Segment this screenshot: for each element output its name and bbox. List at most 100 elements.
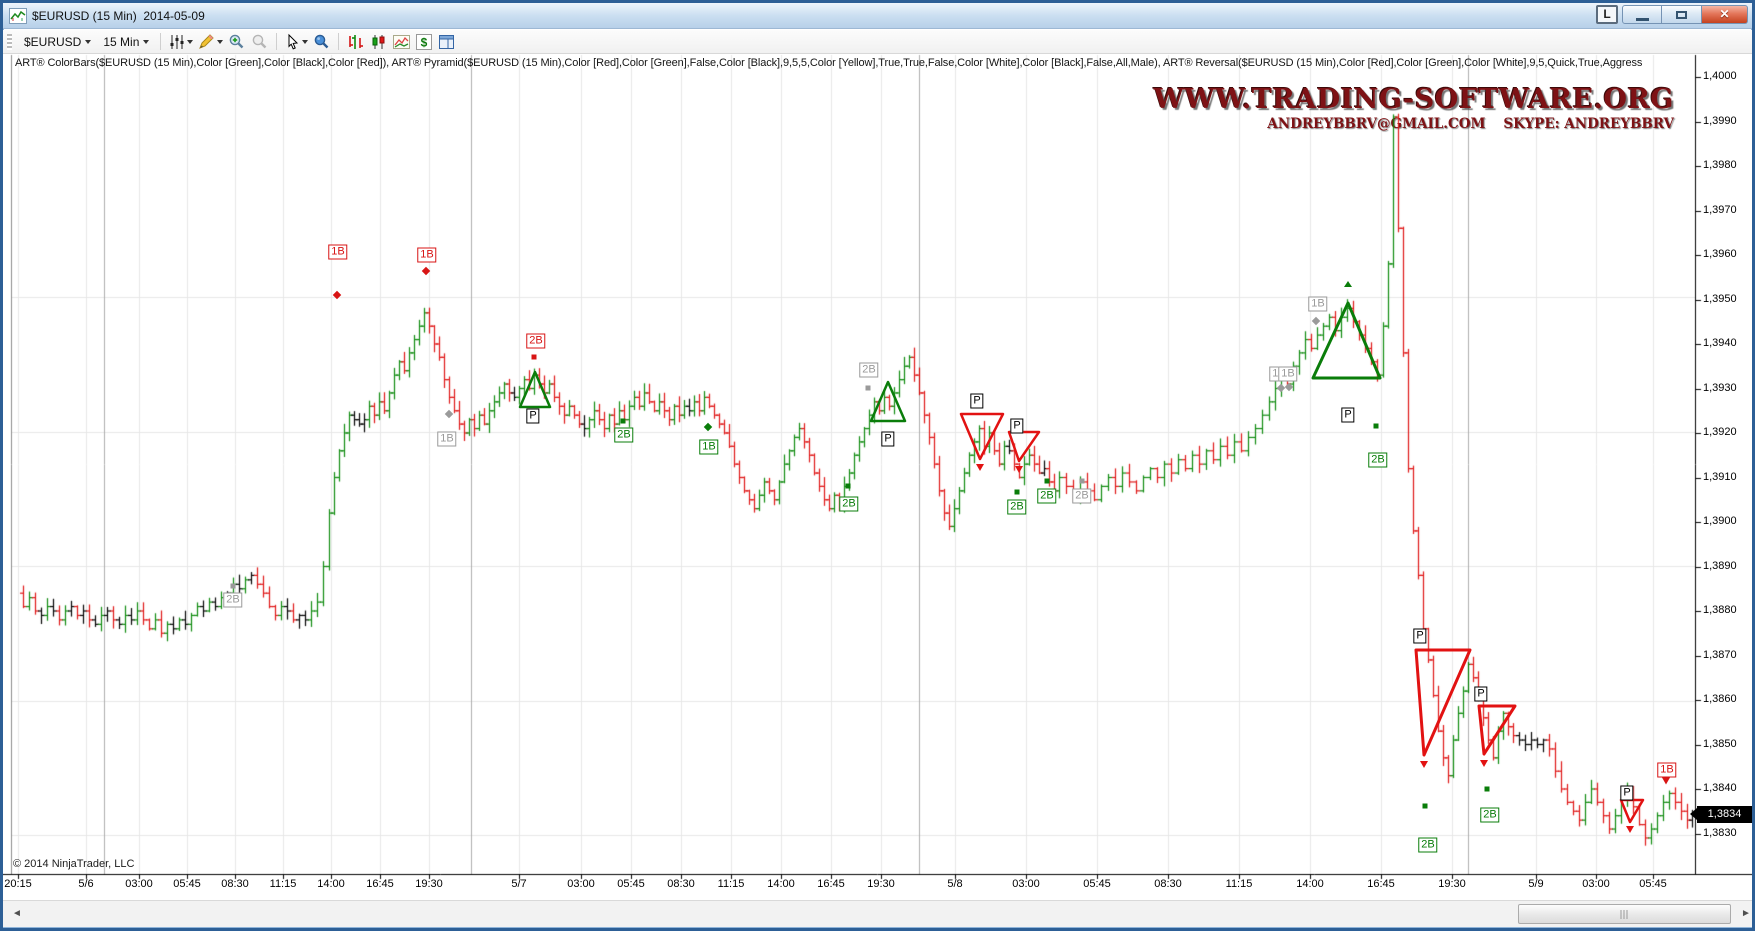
time-tick-label: 14:00	[767, 878, 795, 890]
chart-parameters-button[interactable]	[166, 32, 195, 52]
price-tick-label: 1,3960	[1703, 248, 1737, 260]
time-tick-label: 08:30	[667, 878, 695, 890]
pencil-icon	[197, 33, 216, 51]
line-chart-style-button[interactable]	[390, 32, 413, 52]
toolbar: $EURUSD 15 Min	[3, 30, 1752, 54]
pattern-triangle	[871, 382, 905, 421]
chevron-down-icon	[143, 40, 149, 44]
ninjatrader-chart-window: $EURUSD (15 Min) 2014-05-09 L ✕ $EURUSD …	[0, 0, 1755, 931]
scrollbar-grip-icon	[1620, 910, 1629, 919]
signal-box-1b: 1B	[1308, 297, 1327, 312]
signal-box-2b: 2B	[223, 593, 242, 608]
price-tick-label: 1,3930	[1703, 382, 1737, 394]
time-axis[interactable]: 20:15 5/6 03:00 05:45 08:30 11:15 14:00 16:45 19…	[3, 878, 1752, 896]
pattern-triangle	[520, 372, 550, 407]
minimize-button[interactable]	[1622, 5, 1662, 24]
toolbar-grip-handle[interactable]	[7, 34, 12, 50]
maximize-button[interactable]	[1662, 5, 1702, 24]
time-tick-label: 19:30	[1438, 878, 1466, 890]
pattern-triangle	[1313, 303, 1380, 378]
signal-box-1b: 1B	[1657, 763, 1676, 778]
link-button[interactable]: L	[1596, 5, 1618, 24]
color-bars-icon	[346, 33, 365, 51]
pattern-triangle	[1621, 800, 1643, 822]
pattern-triangle	[961, 414, 1003, 459]
account-data-button[interactable]: $	[413, 32, 435, 52]
signal-box-1b: 1B	[1278, 367, 1297, 382]
signal-box-p: P	[1010, 419, 1023, 434]
signal-box-p: P	[1620, 786, 1633, 801]
signal-marker-square	[1080, 479, 1085, 484]
instrument-selector[interactable]: $EURUSD	[18, 33, 97, 51]
signal-marker-square	[1374, 424, 1379, 429]
time-tick-label: 05:45	[173, 878, 201, 890]
time-tick-label: 03:00	[1012, 878, 1040, 890]
time-tick-label: 08:30	[221, 878, 249, 890]
price-tick-label: 1,3980	[1703, 159, 1737, 171]
price-tick-label: 1,3870	[1703, 649, 1737, 661]
time-tick-label: 16:45	[366, 878, 394, 890]
signal-box-2b: 2B	[1072, 489, 1091, 504]
signal-box-2b: 2B	[1418, 838, 1437, 853]
data-magnifier-icon	[312, 33, 331, 51]
signal-box-2b: 2B	[526, 334, 545, 349]
signal-box-2b: 2B	[839, 497, 858, 512]
price-tick-label: 1,3900	[1703, 515, 1737, 527]
scroll-right-icon[interactable]: ►	[1741, 908, 1751, 919]
close-button[interactable]: ✕	[1702, 5, 1748, 24]
signal-box-2b: 2B	[614, 428, 633, 443]
signal-marker-square	[621, 419, 626, 424]
signal-marker-arrow-down	[1662, 778, 1670, 785]
minimize-icon	[1636, 18, 1649, 21]
time-tick-label: 11:15	[718, 878, 745, 890]
time-tick-label: 08:30	[1154, 878, 1182, 890]
signal-box-p: P	[881, 432, 894, 447]
signal-marker-square	[1015, 490, 1020, 495]
candlestick-style-button[interactable]	[367, 32, 390, 52]
pattern-triangle	[1009, 432, 1039, 461]
time-tick-label: 20:15	[4, 878, 32, 890]
horizontal-scrollbar[interactable]: ◄ ►	[3, 900, 1752, 927]
zoom-in-button[interactable]	[225, 32, 248, 52]
price-tick-label: 1,3940	[1703, 337, 1737, 349]
indicator-parameters-text: ART® ColorBars($EURUSD (15 Min),Color [G…	[15, 57, 1740, 69]
candlestick-icon	[369, 33, 388, 51]
maximize-icon	[1676, 11, 1687, 19]
signal-marker-square	[1045, 479, 1050, 484]
time-tick-label: 5/6	[78, 878, 93, 890]
signal-box-2b: 2B	[859, 363, 878, 378]
interval-selector[interactable]: 15 Min	[97, 33, 155, 51]
signal-box-1b: 1B	[437, 432, 456, 447]
time-tick-label: 14:00	[1296, 878, 1324, 890]
signal-marker-square	[846, 484, 851, 489]
price-tick-label: 1,3950	[1703, 293, 1737, 305]
signal-marker-square	[231, 584, 236, 589]
price-tick-label: 1,3910	[1703, 471, 1737, 483]
pattern-triangle	[1479, 706, 1515, 754]
price-axis[interactable]: 1,40001,39901,39801,39701,39601,39501,39…	[1695, 54, 1752, 900]
chart-app-icon	[9, 8, 27, 24]
time-tick-label: 05:45	[1639, 878, 1667, 890]
zoom-out-button[interactable]	[248, 32, 271, 52]
drawing-tools-button[interactable]	[195, 32, 225, 52]
panel-button[interactable]	[435, 32, 458, 52]
price-tick-label: 1,3990	[1703, 115, 1737, 127]
signal-box-2b: 2B	[1037, 489, 1056, 504]
cursor-tool-button[interactable]	[282, 32, 310, 52]
pattern-arrow-down-icon	[1626, 826, 1634, 833]
chevron-down-icon	[85, 40, 91, 44]
toolbar-separator	[276, 33, 277, 50]
cursor-icon	[284, 33, 301, 51]
scroll-left-icon[interactable]: ◄	[12, 908, 22, 919]
color-bars-style-button[interactable]	[344, 32, 367, 52]
scrollbar-thumb[interactable]	[1518, 904, 1731, 924]
close-icon: ✕	[1702, 7, 1747, 21]
price-tick-label: 1,3880	[1703, 604, 1737, 616]
signal-box-p: P	[526, 409, 539, 424]
zoom-in-icon	[227, 33, 246, 51]
time-tick-label: 11:15	[1226, 878, 1253, 890]
signal-box-p: P	[1413, 629, 1426, 644]
data-box-button[interactable]	[310, 32, 333, 52]
signal-box-p: P	[1341, 408, 1354, 423]
title-bar[interactable]: $EURUSD (15 Min) 2014-05-09 L ✕	[3, 3, 1752, 29]
